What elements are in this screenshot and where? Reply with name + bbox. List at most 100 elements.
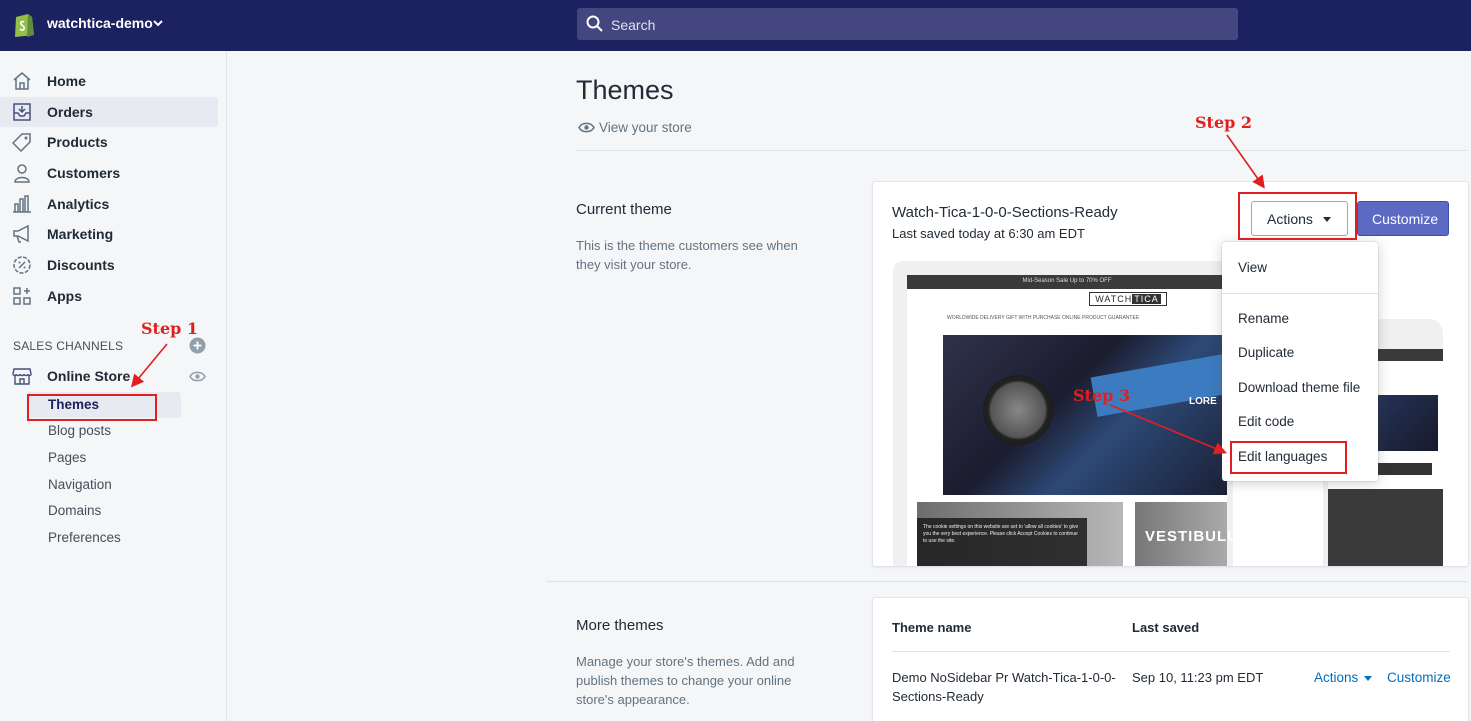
sidebar-item-label: Products bbox=[47, 134, 108, 150]
sidebar-subitem-domains[interactable]: Domains bbox=[28, 498, 181, 524]
add-channel-icon[interactable] bbox=[189, 337, 206, 354]
store-icon bbox=[12, 368, 32, 385]
tag-icon bbox=[12, 133, 31, 152]
chevron-down-icon[interactable] bbox=[151, 16, 165, 30]
shopify-logo-icon[interactable] bbox=[13, 11, 35, 37]
sidebar-item-label: Home bbox=[47, 73, 86, 89]
view-store-label: View your store bbox=[599, 120, 692, 135]
preview-hero-text: LORE bbox=[1189, 396, 1217, 407]
sidebar-item-online-store[interactable]: Online Store bbox=[0, 361, 218, 391]
sidebar-item-analytics[interactable]: Analytics bbox=[0, 189, 218, 219]
menu-item-view[interactable]: View bbox=[1222, 253, 1378, 283]
sidebar-item-products[interactable]: Products bbox=[0, 127, 218, 157]
subitem-label: Navigation bbox=[48, 477, 112, 492]
preview-banner: Mid-Season Sale Up to 70% OFF bbox=[907, 275, 1227, 289]
step3-label: Step 3 bbox=[1073, 386, 1131, 405]
sidebar-item-discounts[interactable]: Discounts bbox=[0, 250, 218, 280]
eye-icon[interactable] bbox=[189, 368, 206, 385]
sidebar-subitem-pages[interactable]: Pages bbox=[28, 445, 181, 471]
menu-item-label: View bbox=[1238, 260, 1268, 275]
column-header-theme-name: Theme name bbox=[892, 620, 972, 635]
preview-logo-a: WATCH bbox=[1095, 294, 1133, 304]
current-theme-description: This is the theme customers see when the… bbox=[576, 238, 798, 272]
menu-item-duplicate[interactable]: Duplicate bbox=[1222, 338, 1378, 368]
store-name[interactable]: watchtica-demo bbox=[47, 15, 153, 31]
preview-logo: WATCH TICA bbox=[1089, 292, 1167, 306]
search-icon bbox=[586, 15, 603, 32]
home-icon bbox=[13, 72, 31, 90]
step1-highlight-box bbox=[27, 394, 157, 421]
sidebar: Home Orders Products Customers Analytics… bbox=[0, 51, 227, 721]
subitem-label: Domains bbox=[48, 503, 102, 518]
current-theme-heading: Current theme bbox=[576, 201, 672, 218]
desktop-preview-screen: Mid-Season Sale Up to 70% OFF WATCH TICA … bbox=[907, 275, 1252, 566]
sidebar-item-label: Apps bbox=[47, 288, 82, 304]
step2-label: Step 2 bbox=[1195, 113, 1253, 132]
apps-icon bbox=[13, 287, 31, 305]
more-themes-description: Manage your store's themes. Add and publ… bbox=[576, 654, 795, 707]
subitem-label: Blog posts bbox=[48, 423, 112, 438]
theme-name: Watch-Tica-1-0-0-Sections-Ready bbox=[892, 204, 1118, 221]
menu-item-edit-code[interactable]: Edit code bbox=[1222, 407, 1378, 437]
sidebar-subitem-blog-posts[interactable]: Blog posts bbox=[28, 418, 181, 444]
menu-divider bbox=[1222, 293, 1378, 294]
person-icon bbox=[14, 164, 30, 183]
sales-channels-heading: SALES CHANNELS bbox=[13, 339, 124, 353]
search-input[interactable]: Search bbox=[577, 8, 1238, 40]
search-placeholder: Search bbox=[611, 17, 656, 33]
subitem-label: Preferences bbox=[48, 530, 121, 545]
preview-banner-text: Mid-Season Sale Up to 70% OFF bbox=[1022, 278, 1112, 284]
orders-icon bbox=[13, 103, 31, 121]
megaphone-icon bbox=[13, 224, 29, 243]
sidebar-subitem-navigation[interactable]: Navigation bbox=[28, 472, 181, 498]
sidebar-item-marketing[interactable]: Marketing bbox=[0, 219, 218, 249]
theme-last-saved: Last saved today at 6:30 am EDT bbox=[892, 226, 1085, 241]
step2-arrow bbox=[1226, 134, 1265, 189]
row-customize-link[interactable]: Customize bbox=[1387, 670, 1451, 685]
top-bar: watchtica-demo Search bbox=[0, 0, 1471, 51]
row-actions-link[interactable]: Actions bbox=[1314, 670, 1358, 685]
table-divider bbox=[892, 651, 1450, 652]
sidebar-item-label: Orders bbox=[47, 104, 93, 120]
subitem-label: Pages bbox=[48, 450, 87, 465]
sidebar-item-orders[interactable]: Orders bbox=[0, 97, 218, 127]
menu-item-label: Duplicate bbox=[1238, 345, 1295, 360]
sidebar-item-label: Marketing bbox=[47, 226, 114, 242]
sidebar-item-label: Customers bbox=[47, 165, 121, 181]
preview-watch bbox=[983, 375, 1053, 445]
current-theme-card: Watch-Tica-1-0-0-Sections-Ready Last sav… bbox=[872, 181, 1469, 567]
sidebar-item-apps[interactable]: Apps bbox=[0, 281, 218, 311]
column-header-last-saved: Last saved bbox=[1132, 620, 1200, 635]
page-title: Themes bbox=[576, 75, 674, 105]
menu-item-label: Rename bbox=[1238, 311, 1290, 326]
menu-item-rename[interactable]: Rename bbox=[1222, 304, 1378, 334]
step2-highlight-box bbox=[1238, 192, 1357, 240]
sidebar-item-label: Analytics bbox=[47, 196, 110, 212]
sidebar-item-home[interactable]: Home bbox=[0, 66, 218, 96]
theme-row-saved: Sep 10, 11:23 pm EDT bbox=[1132, 670, 1264, 685]
desktop-preview: Mid-Season Sale Up to 70% OFF WATCH TICA … bbox=[893, 261, 1252, 566]
preview-strap bbox=[1090, 353, 1236, 417]
step1-label: Step 1 bbox=[141, 319, 199, 338]
more-themes-heading: More themes bbox=[576, 617, 664, 634]
menu-item-label: Edit code bbox=[1238, 414, 1295, 429]
section-divider bbox=[546, 581, 1468, 582]
preview-features: WORLDWIDE DELIVERY GIFT WITH PURCHASE ON… bbox=[947, 315, 1140, 321]
menu-item-download-theme-file[interactable]: Download theme file bbox=[1222, 373, 1378, 403]
caret-down-icon bbox=[1364, 676, 1372, 681]
sidebar-item-customers[interactable]: Customers bbox=[0, 158, 218, 188]
preview-tile-text: VESTIBULUM bbox=[1145, 528, 1253, 545]
step3-highlight-box bbox=[1230, 441, 1347, 474]
preview-cookie-banner: The cookie settings on this website are … bbox=[917, 518, 1087, 566]
sidebar-item-label: Discounts bbox=[47, 257, 115, 273]
online-store-label: Online Store bbox=[47, 368, 131, 384]
preview-cookie-text: The cookie settings on this website are … bbox=[923, 524, 1079, 544]
preview-hero: LORE bbox=[943, 335, 1236, 495]
customize-button[interactable]: Customize bbox=[1357, 201, 1449, 236]
menu-item-label: Download theme file bbox=[1238, 380, 1361, 395]
theme-row-name: Demo NoSidebar Pr Watch-Tica-1-0-0-Secti… bbox=[892, 670, 1116, 704]
customize-label: Customize bbox=[1372, 211, 1439, 227]
sidebar-subitem-preferences[interactable]: Preferences bbox=[28, 525, 181, 551]
mobile-preview-cookie bbox=[1328, 489, 1443, 566]
discount-icon bbox=[13, 256, 31, 274]
